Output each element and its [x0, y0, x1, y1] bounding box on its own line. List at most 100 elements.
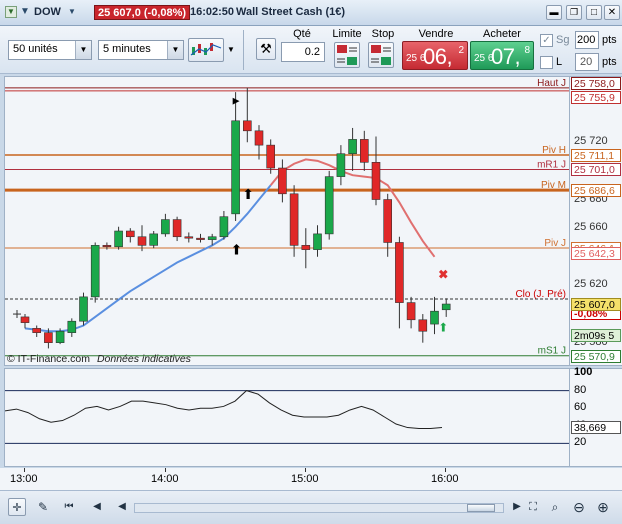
wrench-button[interactable]: ⚒ — [256, 38, 276, 60]
previous-icon[interactable]: ◀ — [88, 498, 106, 516]
symbol-arrow-icon[interactable]: ▼ — [68, 7, 76, 16]
zoom-out-icon[interactable]: ⊖ — [570, 498, 588, 516]
candle-body — [149, 233, 158, 246]
candle-body — [196, 237, 205, 240]
sell-price-sup: 2 — [458, 45, 464, 56]
x-tick-mark — [24, 468, 25, 472]
scroll-left-icon[interactable]: ◀ — [113, 498, 131, 516]
chart-style-icon — [190, 43, 222, 56]
candle-body — [371, 162, 381, 200]
marker-triangle: ▶ — [233, 95, 240, 105]
level-label: Piv J — [544, 238, 566, 249]
candle-body — [266, 144, 276, 169]
buy-price-sup: 8 — [524, 45, 530, 56]
units-select[interactable]: 50 unités ▼ — [8, 40, 92, 60]
candle-body — [172, 219, 182, 238]
zoom-in-icon[interactable]: ⊕ — [594, 498, 612, 516]
symbol-label: DOW — [34, 6, 61, 18]
chart-style-arrow-icon[interactable]: ▼ — [227, 45, 235, 54]
price-chart[interactable]: Haut J Piv H mR1 J Piv M Piv J Clo (J. Pré) mS… — [4, 76, 570, 366]
oscillator-line — [5, 390, 443, 429]
level-price-tag: 25 642,3 — [571, 247, 621, 261]
units-select-value: 50 unités — [13, 43, 58, 55]
stop-label: Stop — [371, 28, 395, 40]
instrument-label: Wall Street Cash (1€) — [236, 6, 346, 18]
minimize-button[interactable]: ▬ — [546, 5, 562, 20]
drawing-tool-icon[interactable]: ✎ — [34, 498, 52, 516]
time-axis: 13:00 14:00 15:00 16:00 — [0, 468, 622, 490]
candle-body — [55, 330, 65, 343]
buy-button[interactable]: 25 6 07, 8 — [470, 41, 534, 70]
qty-label: Qté — [293, 28, 311, 40]
osc-tick-label: 20 — [574, 436, 587, 449]
candle-body — [383, 199, 393, 243]
limit-icon — [337, 45, 357, 65]
countdown-tag: 2m09s 5 — [571, 329, 621, 343]
sell-label: Vendre — [418, 28, 454, 40]
candle-body — [126, 230, 135, 238]
l-checkbox[interactable] — [540, 56, 553, 69]
candle-body — [359, 139, 369, 163]
x-tick-mark — [445, 468, 446, 472]
candle-body — [137, 236, 147, 246]
level-label: Clo (J. Pré) — [515, 289, 566, 300]
candle-body — [44, 332, 53, 343]
scrollbar-thumb[interactable] — [467, 504, 495, 512]
chart-style-button[interactable] — [188, 38, 224, 62]
chevron-down-icon: ▼ — [167, 41, 183, 59]
candle-body — [243, 120, 252, 132]
candle-body — [20, 316, 30, 323]
candle-body — [336, 153, 346, 177]
oscillator-panel[interactable] — [4, 368, 570, 467]
x-tick-label: 16:00 — [431, 473, 459, 485]
sell-button[interactable]: 25 6 06, 2 — [402, 41, 468, 70]
chevron-down-icon: ▼ — [75, 41, 91, 59]
up-arrow-icon: ⬆ — [438, 321, 448, 335]
level-price-tag: 25 755,9 — [571, 91, 621, 104]
candle-body — [441, 303, 451, 311]
close-button[interactable]: ✕ — [604, 5, 620, 20]
dropdown-icon[interactable]: ▼ — [5, 6, 17, 18]
l-input[interactable]: 20 — [575, 53, 599, 71]
restore-button[interactable]: ❐ — [566, 5, 582, 20]
osc-tick-label: 60 — [574, 401, 587, 414]
candle-body — [102, 245, 112, 248]
stop-icon — [371, 45, 391, 65]
horizontal-scrollbar[interactable] — [134, 503, 504, 513]
osc-tick-label: 80 — [574, 383, 587, 396]
candle-body — [348, 139, 357, 155]
title-bar: ▼ ▼ DOW ▼ 25 607,0 (-0,08%) 16:02:50 Wal… — [0, 0, 622, 26]
chart-watermark: © IT-Finance.com Données indicatives — [7, 353, 191, 365]
maximize-button[interactable]: □ — [586, 5, 602, 20]
zoom-fit-icon[interactable]: ⌕ — [546, 498, 564, 516]
sg-input[interactable]: 200 — [575, 31, 599, 49]
x-tick-label: 14:00 — [151, 473, 179, 485]
sg-checkbox[interactable]: ✓ — [540, 34, 553, 47]
level-label: Piv M — [541, 180, 566, 191]
limit-button[interactable] — [334, 42, 360, 68]
collapse-icon[interactable]: ▼ — [20, 6, 30, 17]
candle-body — [79, 296, 88, 322]
crosshair-icon[interactable]: ✛ — [8, 498, 26, 516]
interval-select[interactable]: 5 minutes ▼ — [98, 40, 184, 60]
watermark-copyright: © IT-Finance.com — [7, 353, 91, 365]
level-label: Piv H — [542, 145, 566, 156]
candle-body — [406, 302, 416, 321]
candle-body — [301, 245, 311, 250]
time-label: 16:02:50 — [190, 6, 235, 18]
qty-input[interactable]: 0.2 — [281, 42, 325, 62]
first-page-icon[interactable]: ⏮ — [60, 498, 78, 516]
price-chart-svg[interactable]: Haut J Piv H mR1 J Piv M Piv J Clo (J. Pré) mS… — [5, 77, 569, 365]
level-price-tag: 25 758,0 — [571, 77, 621, 90]
level-label: mS1 J — [538, 346, 566, 357]
level-label: mR1 J — [537, 159, 566, 170]
stop-button[interactable] — [368, 42, 394, 68]
bottom-toolbar: ✛ ✎ ⏮ ◀ ◀ ▶ ⛶ ⌕ ⊖ ⊕ — [0, 490, 622, 524]
oscillator-axis: 1008060402038,669 — [570, 366, 622, 467]
level-price-tag: 25 570,9 — [571, 349, 621, 363]
candle-body — [32, 328, 42, 333]
fit-chart-icon[interactable]: ⛶ — [524, 498, 542, 516]
x-tick-label: 15:00 — [291, 473, 319, 485]
candle-body — [207, 236, 217, 240]
buy-signal-arrow: ⬆ — [231, 241, 243, 257]
